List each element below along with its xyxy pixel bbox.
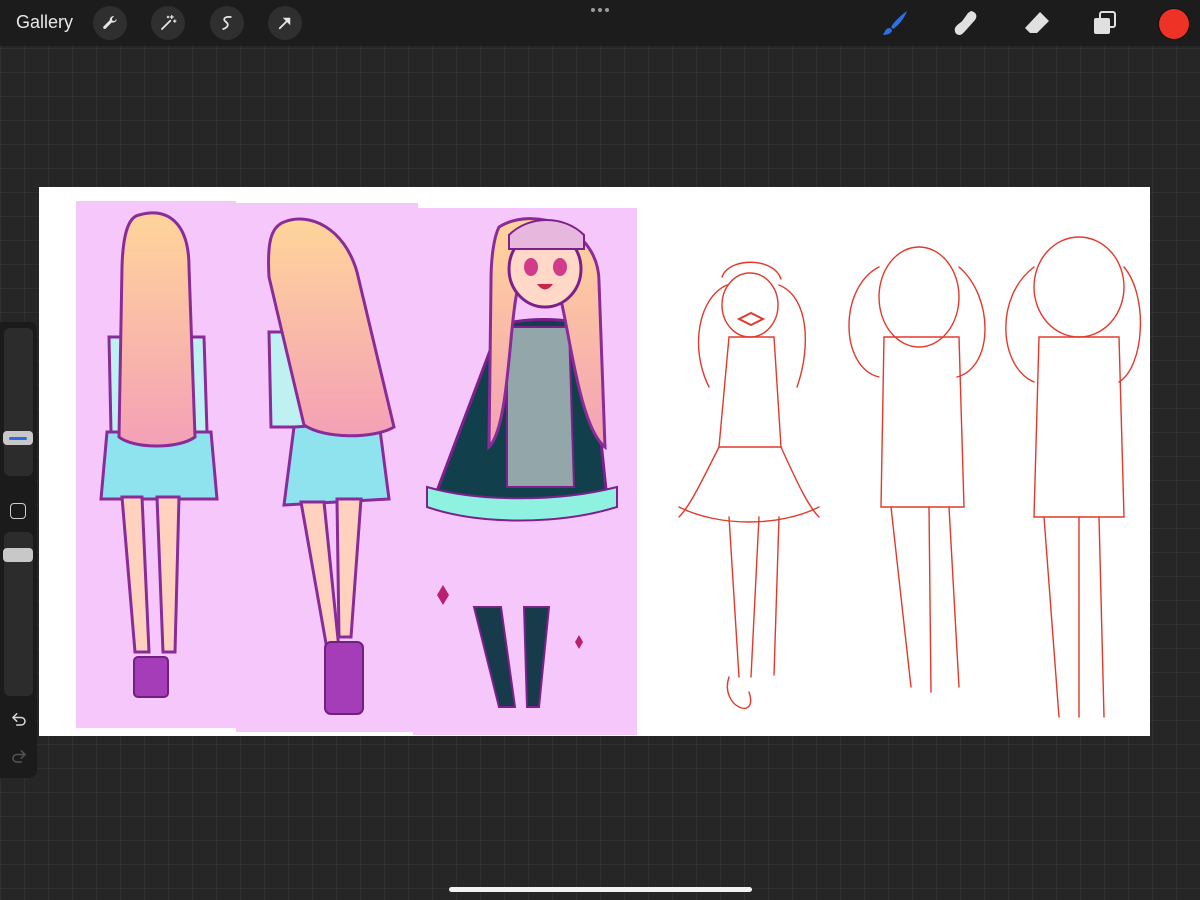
gallery-button[interactable]: Gallery	[16, 12, 73, 33]
drawing-canvas[interactable]	[39, 187, 1150, 736]
actions-button[interactable]	[93, 6, 127, 40]
brush-opacity-handle[interactable]	[3, 548, 33, 562]
square-modify-icon[interactable]	[10, 503, 26, 519]
color-picker-swatch[interactable]	[1159, 9, 1189, 39]
magic-wand-icon	[161, 14, 177, 30]
selection-button[interactable]	[210, 6, 244, 40]
eraser-icon	[1025, 12, 1049, 33]
undo-arrow-icon	[12, 713, 26, 726]
redo-arrow-icon	[12, 750, 26, 763]
selection-s-icon	[222, 15, 232, 30]
brush-tool-button[interactable]	[880, 8, 910, 38]
smudge-icon	[954, 11, 977, 35]
arrow-cursor-icon	[278, 17, 291, 30]
redo-button[interactable]	[9, 746, 29, 766]
more-dots-icon[interactable]	[589, 4, 611, 16]
top-toolbar: Gallery	[0, 0, 1200, 46]
brush-size-slider[interactable]	[4, 328, 33, 476]
left-sidebar	[0, 322, 37, 778]
smudge-tool-button[interactable]	[951, 8, 981, 38]
layers-icon	[1094, 11, 1116, 34]
eraser-tool-button[interactable]	[1022, 8, 1052, 38]
brush-size-handle[interactable]	[3, 431, 33, 445]
artwork	[76, 201, 1142, 735]
wrench-icon	[103, 16, 117, 29]
home-indicator[interactable]	[449, 887, 752, 892]
transform-button[interactable]	[268, 6, 302, 40]
adjustments-button[interactable]	[151, 6, 185, 40]
brush-icon	[883, 11, 907, 35]
undo-button[interactable]	[9, 709, 29, 729]
layers-button[interactable]	[1090, 8, 1120, 38]
red-sketches	[678, 236, 1142, 718]
